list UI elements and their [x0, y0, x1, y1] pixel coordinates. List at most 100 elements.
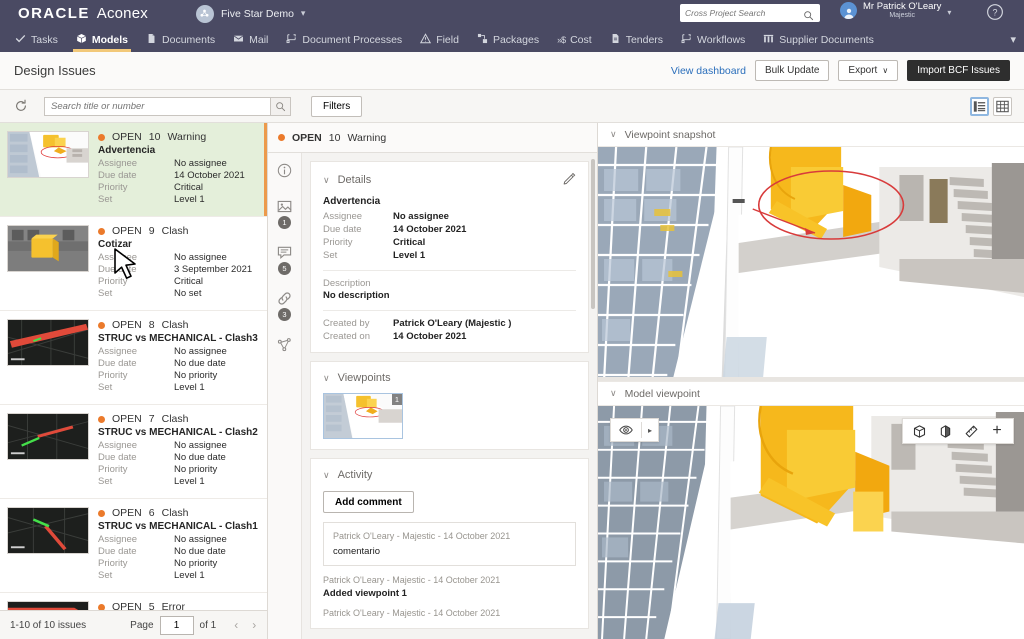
- nav-tab-document-processes[interactable]: Document Processes: [277, 27, 411, 52]
- list-view-icon[interactable]: [970, 96, 989, 116]
- nav-tab-tasks[interactable]: Tasks: [6, 27, 67, 52]
- rail-tab-info[interactable]: [277, 163, 292, 183]
- nav-tab-packages[interactable]: Packages: [468, 27, 548, 52]
- due-date-label: Due date: [323, 224, 362, 235]
- refresh-icon[interactable]: [12, 97, 30, 115]
- set-label: Set: [98, 570, 113, 581]
- pencil-icon[interactable]: [563, 172, 576, 188]
- nav-tab-cost[interactable]: »$ Cost: [548, 27, 601, 52]
- model-viewpoint-section: ∨ Model viewpoint ▸ +: [598, 381, 1024, 639]
- next-page-button[interactable]: ›: [252, 618, 256, 632]
- expand-caret-icon[interactable]: ▸: [642, 426, 658, 435]
- issue-summary: OPEN 7 Clash STRUC vs MECHANICAL - Clash…: [98, 413, 260, 491]
- due-date-value: No due date: [174, 546, 226, 557]
- nav-tab-supplier-documents[interactable]: Supplier Documents: [754, 27, 883, 52]
- cross-project-search[interactable]: [680, 4, 820, 22]
- nav-tab-mail[interactable]: Mail: [224, 27, 277, 52]
- pagination-arrows: ‹ ›: [234, 618, 256, 632]
- list-toolbar: Filters: [0, 90, 1024, 123]
- priority-value: No priority: [174, 558, 218, 569]
- due-date-label: Due date: [98, 452, 137, 463]
- user-name-label: Mr Patrick O'Leary: [863, 1, 942, 12]
- prev-page-button[interactable]: ‹: [234, 618, 238, 632]
- viewpoint-snapshot-header[interactable]: ∨ Viewpoint snapshot: [598, 123, 1024, 147]
- issue-detail-panel: OPEN 10 Warning 1 5 3 ∨ Details Adverten…: [268, 123, 598, 639]
- viewpoint-thumbnail[interactable]: 1: [323, 393, 403, 439]
- help-icon[interactable]: ?: [986, 3, 1004, 26]
- issue-number: 8: [148, 319, 155, 331]
- issue-list-panel: OPEN 10 Warning Advertencia Assignee No …: [0, 123, 268, 639]
- package-icon: [477, 33, 488, 47]
- grid-view-icon[interactable]: [993, 96, 1012, 116]
- detail-cards[interactable]: ∨ Details Advertencia Assignee No assign…: [302, 153, 597, 639]
- export-label: Export: [848, 65, 878, 76]
- add-comment-button[interactable]: Add comment: [323, 491, 414, 513]
- tender-icon: [610, 33, 621, 47]
- project-selector[interactable]: Five Star Demo ▾: [195, 4, 305, 23]
- cube-outline-icon[interactable]: [907, 420, 931, 442]
- status-badge: OPEN: [112, 413, 142, 425]
- details-card-header[interactable]: ∨ Details: [323, 172, 576, 188]
- issue-meta: Assignee No assignee Due date 3 Septembe…: [98, 252, 260, 299]
- user-menu[interactable]: Mr Patrick O'Leary Majestic ▾: [840, 1, 951, 20]
- list-item[interactable]: OPEN 9 Clash Cotizar Assignee No assigne…: [0, 217, 267, 311]
- issue-search: [44, 96, 291, 116]
- viewpoints-card-header[interactable]: ∨ Viewpoints: [323, 372, 576, 384]
- export-button[interactable]: Export ∨: [838, 60, 899, 81]
- list-item[interactable]: OPEN 7 Clash STRUC vs MECHANICAL - Clash…: [0, 405, 267, 499]
- nav-tab-tenders[interactable]: Tenders: [601, 27, 672, 52]
- list-item[interactable]: OPEN 8 Clash STRUC vs MECHANICAL - Clash…: [0, 311, 267, 405]
- cross-project-search-input[interactable]: [685, 8, 803, 18]
- avatar: [840, 2, 857, 20]
- rail-tab-links[interactable]: 3: [277, 291, 292, 321]
- divider: [323, 270, 576, 271]
- viewpoint-snapshot-canvas[interactable]: [598, 147, 1024, 381]
- priority-value: No priority: [174, 370, 218, 381]
- search-submit-button[interactable]: [270, 96, 291, 116]
- list-item[interactable]: OPEN 5 Error: [0, 593, 267, 610]
- visibility-control[interactable]: ▸: [610, 418, 660, 442]
- assignee-label: Assignee: [98, 252, 138, 263]
- view-mode-toggles: [970, 96, 1012, 116]
- activity-card-header[interactable]: ∨ Activity: [323, 469, 576, 481]
- detail-issue-type: Warning: [347, 131, 387, 144]
- model-viewpoint-canvas[interactable]: ▸ +: [598, 406, 1024, 639]
- rail-tab-comments[interactable]: 5: [277, 245, 292, 275]
- viewpoint-snapshot-title: Viewpoint snapshot: [624, 128, 716, 141]
- due-date-value: 3 September 2021: [174, 264, 253, 275]
- set-value: Level 1: [174, 382, 205, 393]
- nav-overflow-chevron-down-icon[interactable]: ▾: [1010, 33, 1016, 46]
- nav-tab-models[interactable]: Models: [67, 27, 137, 52]
- image-count-badge: 1: [278, 216, 291, 229]
- nav-tab-documents[interactable]: Documents: [137, 27, 224, 52]
- nav-tab-label: Cost: [570, 33, 592, 46]
- import-bcf-issues-button[interactable]: Import BCF Issues: [907, 60, 1010, 81]
- issue-title: Advertencia: [98, 145, 156, 156]
- plus-icon[interactable]: +: [985, 420, 1009, 442]
- rail-tab-images[interactable]: 1: [277, 199, 292, 229]
- view-dashboard-link[interactable]: View dashboard: [671, 65, 746, 77]
- measure-icon[interactable]: [959, 420, 983, 442]
- details-card-title: Details: [337, 174, 372, 186]
- issue-summary: OPEN 10 Warning Advertencia Assignee No …: [98, 131, 260, 209]
- model-viewpoint-header[interactable]: ∨ Model viewpoint: [598, 382, 1024, 406]
- cube-section-icon[interactable]: [933, 420, 957, 442]
- issue-type: Clash: [161, 319, 189, 331]
- issue-list-scroll[interactable]: OPEN 10 Warning Advertencia Assignee No …: [0, 123, 267, 610]
- detail-scrollbar[interactable]: [591, 159, 595, 309]
- page-number-input[interactable]: [159, 615, 194, 635]
- assignee-value: No assignee: [174, 346, 227, 357]
- rail-tab-relations[interactable]: [277, 337, 292, 357]
- nav-tab-workflows[interactable]: Workflows: [672, 27, 754, 52]
- activity-meta: Patrick O'Leary - Majestic - 14 October …: [333, 531, 511, 541]
- bulk-update-button[interactable]: Bulk Update: [754, 60, 830, 81]
- due-date-label: Due date: [98, 170, 137, 181]
- workflow-icon: [681, 33, 692, 47]
- status-badge: OPEN: [112, 225, 142, 237]
- eye-icon[interactable]: [611, 423, 641, 437]
- search-input[interactable]: [44, 96, 270, 116]
- filters-button[interactable]: Filters: [311, 95, 363, 117]
- nav-tab-field[interactable]: Field: [411, 27, 468, 52]
- list-item[interactable]: OPEN 6 Clash STRUC vs MECHANICAL - Clash…: [0, 499, 267, 593]
- list-item[interactable]: OPEN 10 Warning Advertencia Assignee No …: [0, 123, 267, 217]
